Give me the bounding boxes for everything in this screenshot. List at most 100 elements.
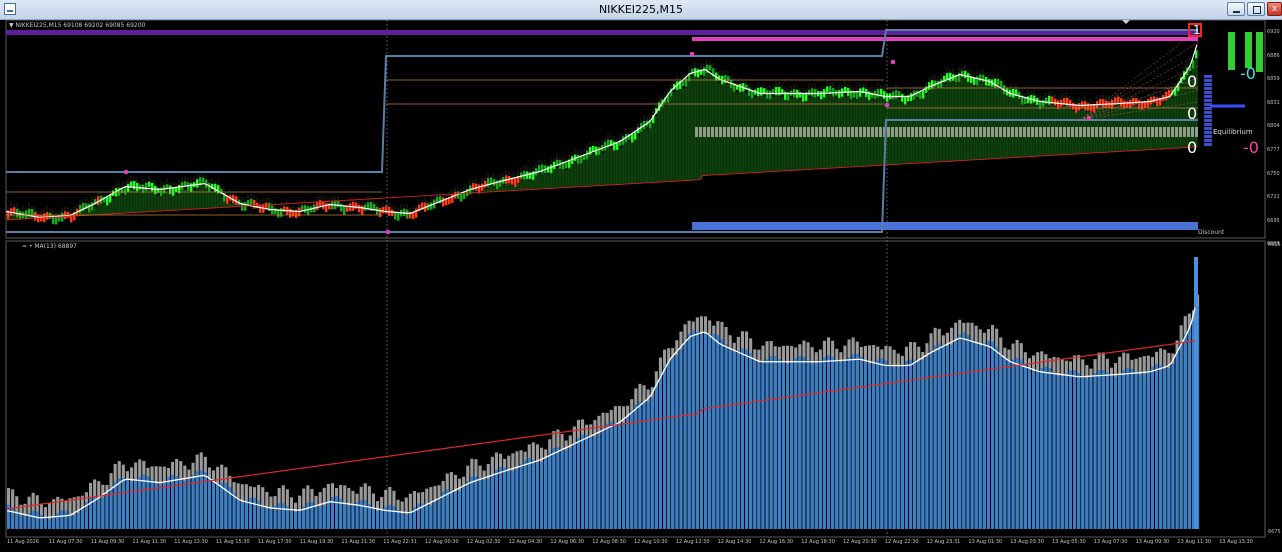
histogram-blue-bar xyxy=(1068,370,1072,529)
cloud-column xyxy=(688,81,691,181)
candle-body xyxy=(379,208,382,217)
zero-label-upper: 0 xyxy=(1187,72,1198,91)
minimize-button[interactable] xyxy=(1227,2,1245,16)
cloud-column xyxy=(712,76,715,176)
equilibrium-block xyxy=(719,127,722,137)
histogram-blue-bar xyxy=(814,363,818,529)
histogram-blue-bar xyxy=(125,479,129,529)
profile-bar-blue xyxy=(1204,111,1212,114)
cloud-column xyxy=(148,189,151,212)
histogram-blue-bar xyxy=(1150,366,1154,529)
candle-body xyxy=(760,87,763,96)
candle-body xyxy=(727,76,730,82)
equilibrium-block xyxy=(1155,127,1158,137)
candle-body xyxy=(883,91,886,99)
time-axis-label: 12 Aug 18:30 xyxy=(801,539,835,545)
candle-body xyxy=(979,74,982,82)
candle-body xyxy=(997,78,1000,86)
histogram-blue-bar xyxy=(269,508,273,529)
equilibrium-block xyxy=(967,127,970,137)
candle-body xyxy=(1054,98,1057,106)
histogram-blue-bar xyxy=(429,505,433,529)
cloud-column xyxy=(589,155,592,187)
cloud-column xyxy=(565,169,568,188)
cloud-column xyxy=(199,185,202,209)
equilibrium-block xyxy=(1035,127,1038,137)
price-chart-canvas[interactable] xyxy=(0,20,1282,552)
price-axis-label: 6695 xyxy=(1267,217,1280,224)
equilibrium-block xyxy=(975,127,978,137)
histogram-blue-bar xyxy=(23,515,27,529)
cloud-column xyxy=(208,190,211,209)
time-axis-label: 11 Aug 2026 xyxy=(7,539,40,545)
histogram-blue-bar xyxy=(359,499,363,529)
equilibrium-block xyxy=(1003,127,1006,137)
histogram-blue-bar xyxy=(408,511,412,529)
equilibrium-block xyxy=(855,127,858,137)
histogram-blue-bar xyxy=(769,356,773,529)
equilibrium-block xyxy=(1015,127,1018,137)
time-axis-label: 12 Aug 02:30 xyxy=(466,539,501,545)
cloud-column xyxy=(100,203,103,215)
cloud-column xyxy=(508,184,511,191)
histogram-blue-bar xyxy=(273,505,277,529)
cloud-column xyxy=(151,190,154,212)
cloud-column xyxy=(520,180,523,191)
equilibrium-block xyxy=(979,127,982,137)
histogram-blue-bar xyxy=(1118,374,1122,529)
cloud-column xyxy=(532,179,535,190)
cloud-column xyxy=(535,176,538,190)
candle-body xyxy=(1123,100,1126,109)
time-axis-label: 13 Aug 05:30 xyxy=(1052,539,1086,545)
histogram-blue-bar xyxy=(958,334,962,529)
candle-body xyxy=(1102,99,1105,109)
candle-body xyxy=(1135,98,1138,105)
histogram-blue-bar xyxy=(1146,370,1150,529)
pivot-dot xyxy=(890,59,896,65)
histogram-blue-bar xyxy=(351,505,355,529)
candle-body xyxy=(826,86,829,93)
histogram-blue-bar xyxy=(1179,341,1183,529)
histogram-blue-bar xyxy=(396,509,400,529)
histogram-blue-bar xyxy=(11,507,15,529)
equilibrium-block xyxy=(771,127,774,137)
profile-bar-blue xyxy=(1204,95,1212,98)
equilibrium-block xyxy=(915,127,918,137)
histogram-blue-bar xyxy=(470,476,474,529)
equilibrium-block xyxy=(1019,127,1022,137)
histogram-blue-bar xyxy=(101,497,105,529)
candle-body xyxy=(697,69,700,78)
cloud-column xyxy=(943,83,946,162)
histogram-blue-bar xyxy=(1073,370,1077,529)
histogram-blue-bar xyxy=(765,359,769,529)
maximize-button[interactable] xyxy=(1247,2,1265,16)
candle-body xyxy=(634,131,637,140)
equilibrium-block xyxy=(1047,127,1050,137)
chart-area[interactable]: ▼ NIKKEI225,M15 69108 69202 69085 69200 … xyxy=(0,20,1282,552)
close-button[interactable]: x xyxy=(1267,2,1282,16)
cloud-column xyxy=(646,128,649,183)
histogram-blue-bar xyxy=(511,470,515,529)
histogram-blue-bar xyxy=(1093,373,1097,529)
cloud-column xyxy=(109,202,112,215)
equilibrium-block xyxy=(755,127,758,137)
cloud-column xyxy=(160,195,163,212)
equilibrium-block xyxy=(1103,127,1106,137)
candle-body xyxy=(304,205,307,214)
candle-body xyxy=(397,211,400,221)
candle-body xyxy=(307,206,310,216)
window-titlebar[interactable]: NIKKEI225,M15 x xyxy=(0,0,1282,20)
candle-body xyxy=(766,90,769,99)
cloud-column xyxy=(1153,104,1156,150)
histogram-blue-bar xyxy=(999,353,1003,529)
histogram-blue-bar xyxy=(187,479,191,529)
histogram-blue-bar xyxy=(499,466,503,529)
histogram-blue-bar xyxy=(1064,373,1068,529)
cloud-column xyxy=(676,89,679,182)
price-axis-label: 6886 xyxy=(1267,52,1280,59)
histogram-blue-bar xyxy=(810,363,814,529)
profile-bar-blue xyxy=(1204,119,1212,122)
cloud-column xyxy=(196,187,199,209)
histogram-blue-bar xyxy=(482,479,486,529)
histogram-blue-bar xyxy=(1056,375,1060,529)
